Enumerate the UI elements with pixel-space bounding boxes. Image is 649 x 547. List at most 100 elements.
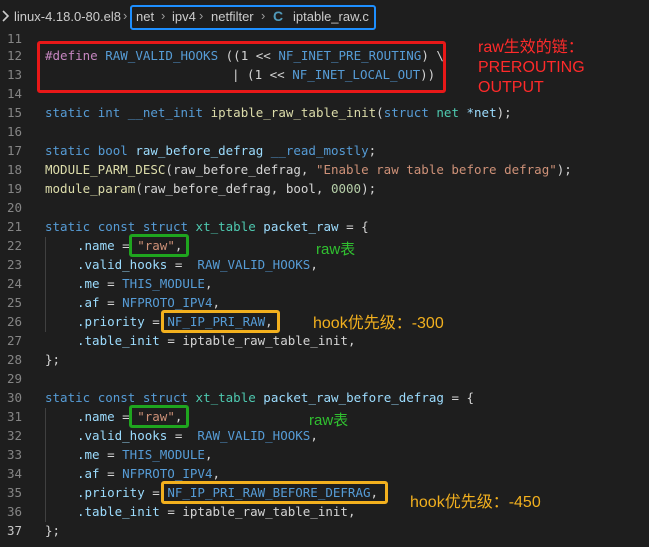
chevron-right-icon: › [123,8,128,23]
keyword: static [45,105,91,120]
field-name: .af [77,466,100,481]
line-number: 27 [6,333,22,348]
variable: packet_raw [263,219,339,234]
code-token: (raw_before_defrag, [165,162,316,177]
breadcrumb-file[interactable]: iptable_raw.c [293,9,369,25]
code-token: (raw_before_defrag, bool, [135,181,331,196]
code-line: 27 .table_init = iptable_raw_table_init, [0,331,649,350]
keyword: const [97,390,136,405]
code-token: iptable_raw_table_init [182,504,348,519]
keyword: int [97,105,121,120]
function-name: module_param [45,181,136,196]
line-number: 34 [6,466,22,481]
code-line: 16 [0,122,649,141]
type-name: xt_table [195,219,256,234]
line-number: 12 [6,48,22,63]
line-number: 20 [6,200,22,215]
priority-highlight-box [161,481,388,504]
code-line: 29 [0,369,649,388]
raw-table-note: raw表 [316,241,356,258]
chains-note: raw生效的链： PREROUTING OUTPUT [478,39,585,96]
line-number: 14 [6,86,22,101]
line-number: 13 [6,67,22,82]
code-token: ); [361,181,377,196]
keyword: struct [142,390,189,405]
line-number: 18 [6,162,22,177]
variable: *net [466,105,497,120]
line-number: 32 [6,428,22,443]
field-name: .table_init [77,504,160,519]
line-number: 36 [6,504,22,519]
macro-name: NFPROTO_IPV4 [122,295,213,310]
code-line: 19 module_param(raw_before_defrag, bool, … [0,179,649,198]
function-name: MODULE_PARM_DESC [45,162,166,177]
code-line: 20 [0,198,649,217]
keyword: static [45,390,91,405]
line-number: 17 [6,143,22,158]
code-token: iptable_raw_table_init [182,333,348,348]
breadcrumb-project[interactable]: linux-4.18.0-80.el8 [14,9,121,25]
variable: packet_raw_before_defrag [263,390,444,405]
code-token: ); [556,162,572,177]
line-number: 24 [6,276,22,291]
field-name: .table_init [77,333,160,348]
code-token: = { [443,390,475,405]
macro-name: THIS_MODULE [122,276,205,291]
macro-name: __read_mostly [270,143,369,158]
hook-priority-note: hook优先级：-450 [410,494,541,511]
field-name: .priority [77,314,145,329]
string-literal: "Enable raw table before defrag" [315,162,557,177]
line-number: 25 [6,295,22,310]
code-line: 33 .me = THIS_MODULE, [0,445,649,464]
code-token: }; [45,352,61,367]
code-token: = { [338,219,369,234]
field-name: .me [77,447,100,462]
line-number: 35 [6,485,22,500]
keyword: struct [142,219,189,234]
macro-name: RAW_VALID_HOOKS [197,257,311,272]
field-name: .name [77,409,115,424]
line-number: 19 [6,181,22,196]
breadcrumb-item-ipv4[interactable]: ipv4 [172,9,196,25]
code-line: 36 .table_init = iptable_raw_table_init, [0,502,649,521]
raw-name-highlight-box [129,234,189,257]
code-token: ( [376,105,384,120]
breadcrumb-item-net[interactable]: net [136,9,154,25]
field-name: .me [77,276,100,291]
code-line: 18 MODULE_PARM_DESC(raw_before_defrag, "E… [0,160,649,179]
line-number: 37 [6,523,22,538]
chevron-right-icon[interactable] [2,9,10,23]
field-name: .valid_hooks [77,257,168,272]
macro-name: __net_init [127,105,204,120]
chevron-right-icon: › [199,8,204,23]
line-number: 23 [6,257,22,272]
code-token: ); [496,105,512,120]
function-name: iptable_raw_table_init [210,105,377,120]
code-token: ; [368,143,377,158]
chevron-right-icon: › [161,8,166,23]
define-highlight-box [37,41,446,93]
code-line: 21 static const struct xt_table packet_ra… [0,217,649,236]
line-number: 16 [6,124,22,139]
hook-priority-note: hook优先级：-300 [313,315,444,332]
field-name: .name [77,238,115,253]
field-name: .priority [77,485,145,500]
code-line: 15 static int __net_init iptable_raw_tabl… [0,103,649,122]
breadcrumb-item-netfilter[interactable]: netfilter [211,9,254,25]
line-number: 22 [6,238,22,253]
macro-name: RAW_VALID_HOOKS [197,428,311,443]
macro-name: NFPROTO_IPV4 [122,466,213,481]
field-name: .valid_hooks [77,428,168,443]
number-literal: 0000 [330,181,362,196]
raw-table-note: raw表 [309,412,349,429]
code-line: 24 .me = THIS_MODULE, [0,274,649,293]
chevron-right-icon: › [261,8,266,23]
priority-highlight-box [161,310,280,333]
type-name: xt_table [195,390,256,405]
line-number: 21 [6,219,22,234]
keyword: struct [383,105,429,120]
c-file-icon: C [273,8,284,24]
line-number: 15 [6,105,22,120]
type-name: net [436,105,459,120]
line-number: 30 [6,390,22,405]
